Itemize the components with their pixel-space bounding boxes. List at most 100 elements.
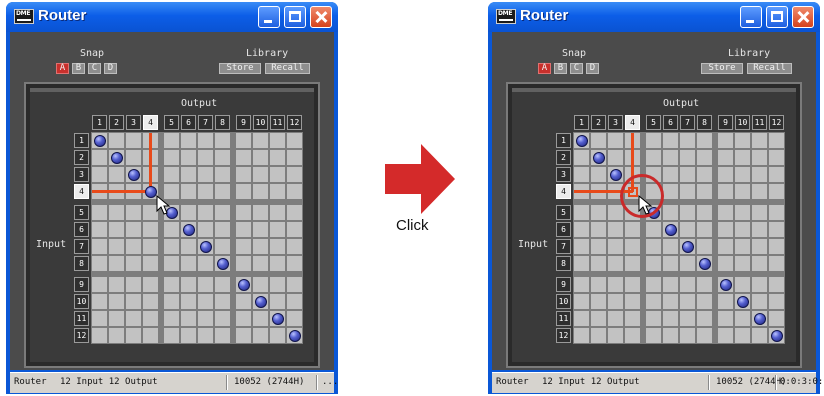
input-header-10[interactable]: 10 bbox=[556, 294, 571, 309]
output-header-3[interactable]: 3 bbox=[126, 115, 141, 130]
matrix-cell[interactable] bbox=[663, 311, 678, 326]
input-header-5[interactable]: 5 bbox=[74, 205, 89, 220]
matrix-cell[interactable] bbox=[92, 205, 107, 220]
matrix-cell[interactable] bbox=[270, 150, 285, 165]
matrix-cell[interactable] bbox=[270, 328, 285, 343]
output-header-12[interactable]: 12 bbox=[287, 115, 302, 130]
matrix-cell[interactable] bbox=[109, 256, 124, 271]
matrix-cell[interactable] bbox=[198, 133, 213, 148]
matrix-cell[interactable] bbox=[663, 167, 678, 182]
matrix-cell[interactable] bbox=[718, 133, 733, 148]
matrix-cell[interactable] bbox=[126, 294, 141, 309]
matrix-cell[interactable] bbox=[697, 150, 712, 165]
matrix-cell[interactable] bbox=[752, 328, 767, 343]
matrix-cell[interactable] bbox=[109, 311, 124, 326]
input-header-8[interactable]: 8 bbox=[74, 256, 89, 271]
matrix-cell[interactable] bbox=[735, 222, 750, 237]
input-header-9[interactable]: 9 bbox=[556, 277, 571, 292]
matrix-cell[interactable] bbox=[718, 205, 733, 220]
matrix-cell[interactable] bbox=[236, 184, 251, 199]
matrix-cell[interactable] bbox=[126, 328, 141, 343]
matrix-cell[interactable] bbox=[143, 311, 158, 326]
output-header-7[interactable]: 7 bbox=[680, 115, 695, 130]
matrix-cell[interactable] bbox=[697, 277, 712, 292]
matrix-cell[interactable] bbox=[270, 294, 285, 309]
close-button[interactable] bbox=[792, 6, 814, 28]
matrix-cell[interactable] bbox=[625, 277, 640, 292]
snap-button-a[interactable]: A bbox=[538, 63, 551, 74]
matrix-cell[interactable] bbox=[718, 256, 733, 271]
matrix-cell[interactable] bbox=[752, 133, 767, 148]
matrix-cell[interactable] bbox=[164, 294, 179, 309]
matrix-cell[interactable] bbox=[625, 311, 640, 326]
title-bar[interactable]: DME Router bbox=[6, 2, 338, 32]
matrix-cell[interactable] bbox=[215, 133, 230, 148]
connection-node[interactable] bbox=[753, 312, 766, 325]
matrix-cell[interactable] bbox=[287, 239, 302, 254]
output-header-7[interactable]: 7 bbox=[198, 115, 213, 130]
matrix-cell[interactable] bbox=[625, 294, 640, 309]
matrix-cell[interactable] bbox=[287, 205, 302, 220]
matrix-cell[interactable] bbox=[198, 256, 213, 271]
matrix-cell[interactable] bbox=[215, 294, 230, 309]
maximize-button[interactable] bbox=[766, 6, 788, 28]
connection-node[interactable] bbox=[237, 278, 250, 291]
matrix-cell[interactable] bbox=[591, 311, 606, 326]
matrix-cell[interactable] bbox=[574, 205, 589, 220]
connection-node[interactable] bbox=[681, 240, 694, 253]
matrix-cell[interactable] bbox=[198, 311, 213, 326]
connection-node[interactable] bbox=[719, 278, 732, 291]
matrix-cell[interactable] bbox=[646, 294, 661, 309]
matrix-cell[interactable] bbox=[769, 167, 784, 182]
matrix-cell[interactable] bbox=[164, 256, 179, 271]
matrix-cell[interactable] bbox=[270, 239, 285, 254]
matrix-cell[interactable] bbox=[574, 294, 589, 309]
matrix-cell[interactable] bbox=[574, 150, 589, 165]
matrix-cell[interactable] bbox=[646, 256, 661, 271]
matrix-cell[interactable] bbox=[663, 133, 678, 148]
output-header-11[interactable]: 11 bbox=[752, 115, 767, 130]
snap-button-c[interactable]: C bbox=[88, 63, 101, 74]
matrix-cell[interactable] bbox=[198, 167, 213, 182]
matrix-cell[interactable] bbox=[769, 222, 784, 237]
input-header-10[interactable]: 10 bbox=[74, 294, 89, 309]
matrix-cell[interactable] bbox=[769, 150, 784, 165]
matrix-cell[interactable] bbox=[181, 167, 196, 182]
matrix-cell[interactable] bbox=[752, 256, 767, 271]
matrix-cell[interactable] bbox=[109, 328, 124, 343]
matrix-cell[interactable] bbox=[164, 328, 179, 343]
matrix-cell[interactable] bbox=[718, 239, 733, 254]
matrix-cell[interactable] bbox=[143, 256, 158, 271]
matrix-cell[interactable] bbox=[697, 222, 712, 237]
matrix-cell[interactable] bbox=[287, 184, 302, 199]
matrix-cell[interactable] bbox=[608, 277, 623, 292]
connection-node[interactable] bbox=[182, 223, 195, 236]
matrix-cell[interactable] bbox=[215, 328, 230, 343]
matrix-cell[interactable] bbox=[591, 294, 606, 309]
matrix-cell[interactable] bbox=[769, 277, 784, 292]
matrix-cell[interactable] bbox=[92, 328, 107, 343]
matrix-cell[interactable] bbox=[126, 256, 141, 271]
matrix-cell[interactable] bbox=[236, 133, 251, 148]
matrix-cell[interactable] bbox=[591, 222, 606, 237]
output-header-8[interactable]: 8 bbox=[215, 115, 230, 130]
matrix-cell[interactable] bbox=[591, 239, 606, 254]
matrix-cell[interactable] bbox=[680, 167, 695, 182]
matrix-cell[interactable] bbox=[126, 239, 141, 254]
matrix-cell[interactable] bbox=[92, 239, 107, 254]
connection-node[interactable] bbox=[288, 329, 301, 342]
input-header-6[interactable]: 6 bbox=[74, 222, 89, 237]
matrix-cell[interactable] bbox=[646, 150, 661, 165]
matrix-cell[interactable] bbox=[253, 167, 268, 182]
matrix-cell[interactable] bbox=[270, 256, 285, 271]
output-header-10[interactable]: 10 bbox=[253, 115, 268, 130]
matrix-cell[interactable] bbox=[143, 328, 158, 343]
matrix-cell[interactable] bbox=[697, 205, 712, 220]
input-header-2[interactable]: 2 bbox=[556, 150, 571, 165]
close-button[interactable] bbox=[310, 6, 332, 28]
snap-button-b[interactable]: B bbox=[554, 63, 567, 74]
matrix-cell[interactable] bbox=[680, 294, 695, 309]
matrix-cell[interactable] bbox=[646, 328, 661, 343]
matrix-cell[interactable] bbox=[236, 294, 251, 309]
minimize-button[interactable] bbox=[740, 6, 762, 28]
